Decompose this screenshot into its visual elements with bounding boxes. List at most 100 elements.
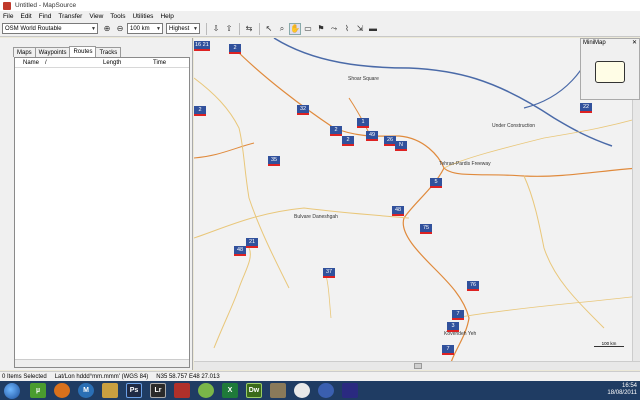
windows-taskbar: µ M Ps Lr X Dw 16:54 18/08/2011: [0, 381, 640, 400]
clock-date: 18/08/2011: [607, 390, 637, 396]
secondary-road-daneshgah: [194, 207, 410, 239]
road-shield[interactable]: 37: [323, 268, 335, 278]
chevron-down-icon: ▼: [91, 25, 96, 32]
menu-utilities[interactable]: Utilities: [132, 13, 153, 20]
road-shield[interactable]: 2: [342, 136, 354, 146]
distance-tool-icon[interactable]: ▬: [367, 23, 379, 35]
road-shield[interactable]: 32: [297, 105, 309, 115]
column-sort[interactable]: /: [37, 60, 95, 66]
status-coordinates: N35 58.757 E48 27.013: [156, 373, 220, 380]
tab-tracks[interactable]: Tracks: [95, 47, 122, 57]
road-shield[interactable]: 48: [234, 246, 246, 256]
selection-tool-icon[interactable]: ▭: [302, 23, 314, 35]
list-horizontal-scrollbar[interactable]: [15, 359, 189, 367]
road-shield[interactable]: 21: [246, 238, 258, 248]
map-view[interactable]: Shoar Square Under Construction Tehran-P…: [194, 38, 640, 370]
zoom-level-select[interactable]: 100 km ▼: [127, 23, 163, 34]
column-length[interactable]: Length: [95, 60, 145, 66]
road-shield[interactable]: 16 21: [194, 41, 210, 51]
photoshop-icon[interactable]: Ps: [126, 383, 142, 398]
column-name[interactable]: Name: [15, 60, 39, 66]
secondary-road-south: [453, 295, 640, 319]
track-tool-icon[interactable]: ⌇: [341, 23, 353, 35]
map-vertical-scrollbar[interactable]: [632, 100, 640, 362]
mapsource-m-icon[interactable]: M: [78, 383, 94, 398]
menu-view[interactable]: View: [89, 13, 103, 20]
road-shield[interactable]: 48: [392, 206, 404, 216]
spotify-icon[interactable]: [198, 383, 214, 398]
minimap-window[interactable]: MiniMap ✕: [580, 38, 640, 100]
column-time[interactable]: Time: [145, 60, 185, 66]
toolbar-separator: [239, 22, 240, 35]
pointer-tool-icon[interactable]: ↖: [263, 23, 275, 35]
menu-transfer[interactable]: Transfer: [58, 13, 82, 20]
receive-from-device-icon[interactable]: ⇩: [210, 23, 222, 35]
road-shield[interactable]: N: [395, 141, 407, 151]
menu-edit[interactable]: Edit: [20, 13, 31, 20]
pidgin-icon[interactable]: [294, 383, 310, 398]
windows-start-icon[interactable]: [4, 382, 20, 399]
routes-list[interactable]: Name / Length Time: [14, 57, 190, 368]
toolbar: OSM World Routable ▼ ⊕ ⊖ 100 km ▼ Highes…: [0, 21, 640, 37]
road-shield[interactable]: 7: [452, 310, 464, 320]
road-shield[interactable]: 2: [330, 126, 342, 136]
map-horizontal-scrollbar[interactable]: [194, 361, 640, 370]
menu-help[interactable]: Help: [160, 13, 173, 20]
firefox-icon[interactable]: [54, 383, 70, 398]
system-clock[interactable]: 16:54 18/08/2011: [607, 383, 637, 397]
route-tool-icon[interactable]: ⤳: [328, 23, 340, 35]
folder-icon[interactable]: [102, 383, 118, 398]
menu-find[interactable]: Find: [39, 13, 52, 20]
data-panel: Maps Waypoints Routes Tracks Name / Leng…: [0, 38, 193, 370]
minimap-viewport[interactable]: [595, 61, 625, 83]
hand-tool-icon[interactable]: ✋: [289, 22, 301, 35]
menu-tools[interactable]: Tools: [110, 13, 125, 20]
highway-north: [273, 38, 613, 147]
map-product-select[interactable]: OSM World Routable ▼: [2, 23, 98, 34]
road-shield[interactable]: 5: [430, 178, 442, 188]
tab-maps[interactable]: Maps: [13, 47, 36, 57]
road-shield[interactable]: 1: [357, 118, 369, 128]
excel-icon[interactable]: X: [222, 383, 238, 398]
road-shield[interactable]: 76: [467, 281, 479, 291]
firefox-2-icon[interactable]: [318, 383, 334, 398]
road-shield[interactable]: 49: [366, 131, 378, 141]
label-shoar-square: Shoar Square: [348, 76, 379, 82]
close-icon[interactable]: ✕: [632, 39, 637, 46]
measure-tool-icon[interactable]: ⇲: [354, 23, 366, 35]
road-shield[interactable]: 7: [442, 345, 454, 355]
send-to-device-icon[interactable]: ⇧: [223, 23, 235, 35]
gimp-icon[interactable]: [270, 383, 286, 398]
road-shield[interactable]: 35: [268, 156, 280, 166]
detail-value: Highest: [169, 25, 190, 32]
toolbar-separator: [259, 22, 260, 35]
dreamweaver-icon[interactable]: Dw: [246, 383, 262, 398]
chevron-down-icon: ▼: [156, 25, 161, 32]
filezilla-icon[interactable]: [174, 383, 190, 398]
road-shield[interactable]: 2: [194, 106, 206, 116]
secondary-road-southwest: [213, 247, 251, 349]
tab-routes[interactable]: Routes: [69, 46, 97, 57]
zoom-in-icon[interactable]: ⊕: [101, 23, 113, 35]
mapsource-taskbar-icon[interactable]: [342, 383, 358, 398]
road-shield[interactable]: 3: [447, 322, 459, 332]
menu-bar: File Edit Find Transfer View Tools Utili…: [0, 11, 640, 21]
zoom-out-icon[interactable]: ⊖: [114, 23, 126, 35]
scrollbar-thumb[interactable]: [414, 363, 422, 369]
tab-waypoints[interactable]: Waypoints: [34, 47, 71, 57]
toolbar-separator: [206, 22, 207, 35]
menu-file[interactable]: File: [3, 13, 13, 20]
secondary-road-southeast: [523, 175, 605, 329]
waypoint-tool-icon[interactable]: ⚑: [315, 23, 327, 35]
label-tehran-pardis-freeway: Tehran-Pardis Freeway: [439, 161, 491, 167]
utorrent-icon[interactable]: µ: [30, 383, 46, 398]
road-shield[interactable]: 2: [229, 44, 241, 54]
lightroom-icon[interactable]: Lr: [150, 383, 166, 398]
map-sync-icon[interactable]: ⇆: [243, 23, 255, 35]
road-shield[interactable]: 75: [420, 224, 432, 234]
map-product-value: OSM World Routable: [5, 25, 62, 32]
zoom-tool-icon[interactable]: ⌕: [276, 23, 288, 35]
list-header: Name / Length Time: [15, 58, 189, 68]
road-shield[interactable]: 22: [580, 103, 592, 113]
detail-select[interactable]: Highest ▼: [166, 23, 200, 34]
